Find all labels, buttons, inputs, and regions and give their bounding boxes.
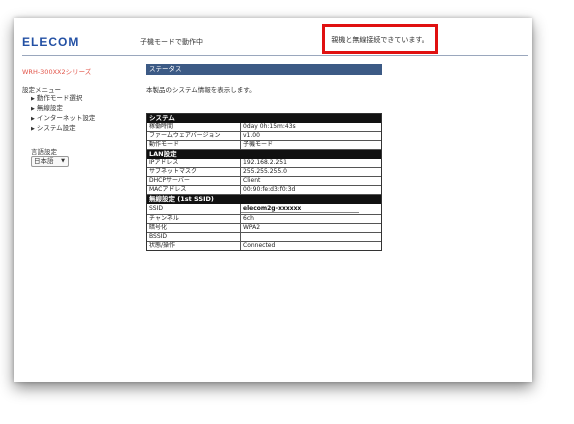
row-key: サブネットマスク — [147, 168, 241, 176]
table-row: 動作モード 子機モード — [147, 141, 381, 150]
section-header-system: システム — [147, 114, 381, 123]
menu-item-label: 動作モード選択 — [36, 94, 83, 102]
row-value: 0day 0h:15m:43s — [243, 123, 296, 130]
menu-item-label: 無線設定 — [36, 104, 63, 112]
table-row: チャンネル 6ch — [147, 215, 381, 224]
connection-status-text: 親機と無線接続できています。 — [331, 36, 429, 44]
language-select-value: 日本語 — [34, 157, 54, 165]
row-value: v1.00 — [243, 132, 260, 139]
product-series-label: WRH-300XX2シリーズ — [22, 68, 92, 76]
row-key: 稼働時間 — [147, 123, 241, 131]
table-row: 状態/操作 Connected — [147, 242, 381, 250]
status-intro-text: 本製品のシステム情報を表示します。 — [146, 86, 256, 94]
triangle-right-icon: ▶ — [31, 96, 35, 102]
settings-menu: ▶ 動作モード選択 ▶ 無線設定 ▶ インターネット設定 ▶ システム設定 — [31, 93, 95, 133]
row-value: 192.168.2.251 — [243, 159, 287, 166]
table-row: BSSID — [147, 233, 381, 242]
menu-item-operation-mode[interactable]: ▶ 動作モード選択 — [31, 93, 95, 103]
row-value: elecom2g-xxxxxx — [241, 204, 381, 214]
row-value — [241, 233, 381, 241]
menu-item-system[interactable]: ▶ システム設定 — [31, 123, 95, 133]
menu-item-wireless[interactable]: ▶ 無線設定 — [31, 103, 95, 113]
connection-highlight-box: 親機と無線接続できています。 — [322, 24, 438, 54]
table-row: サブネットマスク 255.255.255.0 — [147, 168, 381, 177]
language-select[interactable]: 日本語 ▼ — [31, 156, 69, 167]
table-row: 暗号化 WPA2 — [147, 224, 381, 233]
row-key: SSID — [147, 204, 241, 214]
row-key: IPアドレス — [147, 159, 241, 167]
elecom-logo[interactable]: ELECOM — [22, 35, 79, 49]
system-info-table: システム 稼働時間 0day 0h:15m:43s ファームウェアバージョン v1.… — [146, 113, 382, 251]
row-value: 255.255.255.0 — [243, 168, 287, 175]
row-value: Connected — [243, 242, 276, 249]
section-header-lan: LAN設定 — [147, 150, 381, 159]
language-setting-title: 言語設定 — [31, 148, 57, 156]
triangle-right-icon: ▶ — [31, 116, 35, 122]
ssid-value: elecom2g-xxxxxx — [243, 205, 302, 212]
menu-item-internet[interactable]: ▶ インターネット設定 — [31, 113, 95, 123]
table-row: ファームウェアバージョン v1.00 — [147, 132, 381, 141]
section-header-wireless: 無線設定 (1st SSID) — [147, 195, 381, 204]
triangle-right-icon: ▶ — [31, 126, 35, 132]
row-value: Client — [243, 177, 261, 184]
row-key: 暗号化 — [147, 224, 241, 232]
table-row: DHCPサーバー Client — [147, 177, 381, 186]
row-key: 状態/操作 — [147, 242, 241, 250]
row-key: BSSID — [147, 233, 241, 241]
row-key: 動作モード — [147, 141, 241, 149]
table-row: SSID elecom2g-xxxxxx — [147, 204, 381, 215]
row-key: ファームウェアバージョン — [147, 132, 241, 140]
triangle-right-icon: ▶ — [31, 106, 35, 112]
row-key: DHCPサーバー — [147, 177, 241, 185]
header-divider — [22, 55, 528, 56]
row-value: WPA2 — [243, 224, 261, 231]
row-value: 00:90:fe:d3:f0:3d — [243, 186, 296, 193]
row-value: 6ch — [243, 215, 254, 222]
row-key: MACアドレス — [147, 186, 241, 194]
menu-item-label: システム設定 — [36, 124, 76, 132]
row-key: チャンネル — [147, 215, 241, 223]
operation-mode-text: 子機モードで動作中 — [140, 38, 203, 46]
table-row: 稼働時間 0day 0h:15m:43s — [147, 123, 381, 132]
row-value: 子機モード — [243, 141, 274, 148]
table-row: MACアドレス 00:90:fe:d3:f0:3d — [147, 186, 381, 195]
table-row: IPアドレス 192.168.2.251 — [147, 159, 381, 168]
menu-item-label: インターネット設定 — [36, 114, 96, 122]
chevron-down-icon: ▼ — [61, 158, 65, 164]
status-section-header: ステータス — [146, 64, 382, 75]
